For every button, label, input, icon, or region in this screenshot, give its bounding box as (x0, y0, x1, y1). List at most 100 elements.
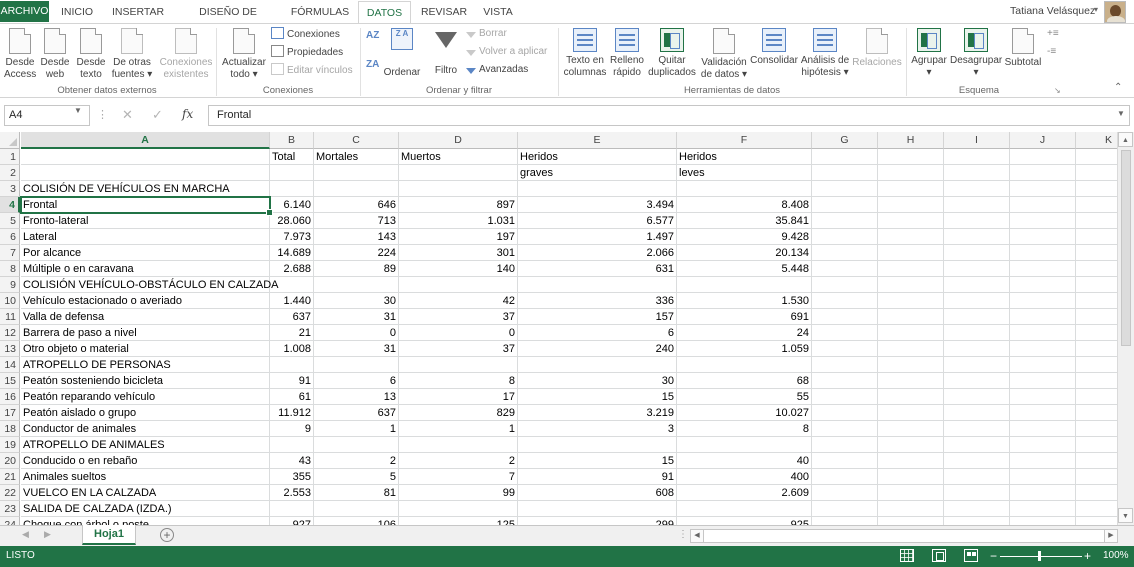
cell-d1[interactable]: Muertos (399, 149, 518, 165)
data-validation-button[interactable]: Validación de datos ▾ (698, 28, 750, 81)
properties-button[interactable]: Propiedades (271, 45, 343, 60)
cell-i10[interactable] (944, 293, 1010, 309)
chevron-down-icon[interactable]: ▼ (74, 106, 82, 115)
cell-j9[interactable] (1010, 277, 1076, 293)
cell-e5[interactable]: 6.577 (518, 213, 677, 229)
cell-b21[interactable]: 355 (270, 469, 314, 485)
remove-duplicates-button[interactable]: Quitar duplicados (646, 28, 698, 79)
cell-i15[interactable] (944, 373, 1010, 389)
cell-c23[interactable] (314, 501, 399, 517)
cell-d9[interactable] (399, 277, 518, 293)
cell-c9[interactable] (314, 277, 399, 293)
from-access-button[interactable]: Desde Access (4, 28, 36, 81)
from-web-button[interactable]: Desde web (38, 28, 72, 81)
row-header-8[interactable]: 8 (0, 261, 20, 277)
page-break-view-icon[interactable] (964, 549, 978, 562)
cell-a8[interactable]: Múltiple o en caravana (21, 261, 270, 277)
cell-a17[interactable]: Peatón aislado o grupo (21, 405, 270, 421)
cell-e21[interactable]: 91 (518, 469, 677, 485)
cell-f7[interactable]: 20.134 (677, 245, 812, 261)
cell-g14[interactable] (812, 357, 878, 373)
cell-j16[interactable] (1010, 389, 1076, 405)
cell-j14[interactable] (1010, 357, 1076, 373)
cell-a5[interactable]: Fronto-lateral (21, 213, 270, 229)
cell-h13[interactable] (878, 341, 944, 357)
cell-f16[interactable]: 55 (677, 389, 812, 405)
cell-c24[interactable]: 106 (314, 517, 399, 525)
sort-z-to-a-button[interactable]: ZA (366, 58, 379, 72)
tab-archivo[interactable]: ARCHIVO (0, 1, 49, 22)
row-header-23[interactable]: 23 (0, 501, 20, 517)
add-sheet-icon[interactable]: + (160, 528, 174, 542)
row-header-2[interactable]: 2 (0, 165, 20, 181)
cell-g3[interactable] (812, 181, 878, 197)
cell-e6[interactable]: 1.497 (518, 229, 677, 245)
advanced-filter-button[interactable]: Avanzadas (466, 63, 528, 77)
cell-f22[interactable]: 2.609 (677, 485, 812, 501)
cell-b10[interactable]: 1.440 (270, 293, 314, 309)
worksheet-grid[interactable]: ABCDEFGHIJK 1 Total Mortales Muertos Heridos… (0, 132, 1134, 525)
cell-e16[interactable]: 15 (518, 389, 677, 405)
cell-g1[interactable] (812, 149, 878, 165)
tab-vista[interactable]: VISTA (478, 1, 518, 23)
row-header-10[interactable]: 10 (0, 293, 20, 309)
cell-c14[interactable] (314, 357, 399, 373)
cell-h24[interactable] (878, 517, 944, 525)
cell-f11[interactable]: 691 (677, 309, 812, 325)
cell-d21[interactable]: 7 (399, 469, 518, 485)
cell-b7[interactable]: 14.689 (270, 245, 314, 261)
cell-c10[interactable]: 30 (314, 293, 399, 309)
tab-datos[interactable]: DATOS (358, 1, 411, 24)
cell-b16[interactable]: 61 (270, 389, 314, 405)
cell-f9[interactable] (677, 277, 812, 293)
row-header-5[interactable]: 5 (0, 213, 20, 229)
cell-f3[interactable] (677, 181, 812, 197)
cell-i20[interactable] (944, 453, 1010, 469)
cell-b22[interactable]: 2.553 (270, 485, 314, 501)
edit-links-button[interactable]: Editar vínculos (271, 63, 353, 78)
cell-j15[interactable] (1010, 373, 1076, 389)
cell-e17[interactable]: 3.219 (518, 405, 677, 421)
cell-g22[interactable] (812, 485, 878, 501)
cell-j8[interactable] (1010, 261, 1076, 277)
cell-d15[interactable]: 8 (399, 373, 518, 389)
cell-b24[interactable]: 927 (270, 517, 314, 525)
row-header-13[interactable]: 13 (0, 341, 20, 357)
cell-i17[interactable] (944, 405, 1010, 421)
formula-input[interactable]: Frontal (208, 105, 1130, 126)
next-sheet-icon[interactable]: ▶ (44, 529, 51, 540)
cell-c7[interactable]: 224 (314, 245, 399, 261)
cell-f15[interactable]: 68 (677, 373, 812, 389)
tab-diseno-de-pagina[interactable]: DISEÑO DE PÁGINA (178, 1, 278, 40)
cell-c13[interactable]: 31 (314, 341, 399, 357)
cell-i16[interactable] (944, 389, 1010, 405)
cell-b9[interactable] (270, 277, 314, 293)
cell-f6[interactable]: 9.428 (677, 229, 812, 245)
row-header-22[interactable]: 22 (0, 485, 20, 501)
cell-f2[interactable]: leves (677, 165, 812, 181)
cell-b5[interactable]: 28.060 (270, 213, 314, 229)
cell-b1[interactable]: Total (270, 149, 314, 165)
cell-i22[interactable] (944, 485, 1010, 501)
cell-g17[interactable] (812, 405, 878, 421)
filter-button[interactable]: Filtro (431, 28, 461, 76)
cell-h4[interactable] (878, 197, 944, 213)
cell-d24[interactable]: 125 (399, 517, 518, 525)
cell-c6[interactable]: 143 (314, 229, 399, 245)
cell-e7[interactable]: 2.066 (518, 245, 677, 261)
cell-a14[interactable]: ATROPELLO DE PERSONAS (21, 357, 270, 373)
cell-f1[interactable]: Heridos (677, 149, 812, 165)
hide-detail-icon[interactable]: -≡ (1047, 45, 1056, 59)
cell-d13[interactable]: 37 (399, 341, 518, 357)
cell-a19[interactable]: ATROPELLO DE ANIMALES (21, 437, 270, 453)
dialog-launcher-icon[interactable]: ↘ (1054, 86, 1061, 95)
cell-a6[interactable]: Lateral (21, 229, 270, 245)
cell-j5[interactable] (1010, 213, 1076, 229)
cell-h6[interactable] (878, 229, 944, 245)
vertical-scrollbar[interactable]: ▲ ▼ (1117, 132, 1134, 525)
refresh-all-button[interactable]: Actualizar todo ▾ (220, 28, 268, 81)
cell-g5[interactable] (812, 213, 878, 229)
cell-d17[interactable]: 829 (399, 405, 518, 421)
cell-a24[interactable]: Choque con árbol o poste (21, 517, 270, 525)
cell-j20[interactable] (1010, 453, 1076, 469)
